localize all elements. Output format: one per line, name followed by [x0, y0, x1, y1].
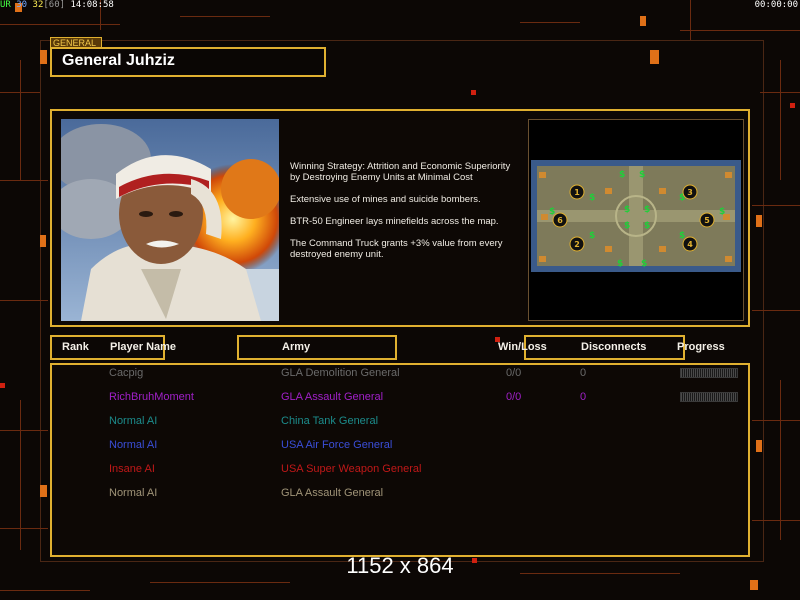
army-cell: GLA Demolition General — [281, 367, 400, 379]
col-header-win-loss[interactable]: Win/Loss — [498, 341, 547, 353]
disconnects-cell: 0 — [580, 367, 587, 379]
svg-text:$: $ — [641, 259, 647, 269]
player-name-cell: Insane AI — [109, 463, 155, 475]
svg-text:$: $ — [619, 170, 625, 180]
table-row[interactable]: Normal AI GLA Assault General — [52, 483, 748, 503]
table-row[interactable]: RichBruhMoment GLA Assault General 0/0 0 — [52, 387, 748, 407]
col-header-rank[interactable]: Rank — [62, 341, 89, 353]
table-row[interactable]: Normal AI USA Air Force General — [52, 435, 748, 455]
header-box-army — [237, 335, 397, 360]
fps-value-2: 32 — [32, 0, 44, 10]
table-row[interactable]: Normal AI China Tank General — [52, 411, 748, 431]
general-description: Winning Strategy: Attrition and Economic… — [290, 161, 522, 271]
player-name-cell: Cacpig — [109, 367, 144, 379]
general-portrait — [61, 119, 279, 321]
description-line-3: BTR-50 Engineer lays minefields across t… — [290, 216, 499, 227]
disconnects-cell: 0 — [580, 391, 587, 403]
resolution-label: 1152 x 864 — [346, 553, 454, 578]
svg-text:$: $ — [617, 259, 623, 269]
svg-text:$: $ — [639, 170, 645, 180]
svg-text:$: $ — [644, 221, 650, 231]
army-cell: China Tank General — [281, 415, 379, 427]
player-name-cell: Normal AI — [109, 439, 158, 451]
start-position-1: 1 — [574, 188, 580, 197]
player-name-cell: Normal AI — [109, 415, 158, 427]
army-cell: GLA Assault General — [281, 487, 384, 499]
svg-text:$: $ — [624, 221, 630, 231]
general-name: General Juhziz — [62, 52, 175, 69]
status-bar: UR 30 32[60] 14:08:58 — [0, 0, 114, 11]
description-line-4: The Command Truck grants +3% value from … — [290, 238, 503, 260]
minimap[interactable]: $ $ $ $ $ $ $ $ $ $ $ $ $ $ 1 2 3 4 5 6 — [528, 119, 744, 321]
player-name-cell: Normal AI — [109, 487, 158, 499]
player-name-cell: RichBruhMoment — [109, 391, 194, 403]
title-box: General Juhziz — [50, 47, 326, 77]
fps-value: 30 — [16, 0, 28, 10]
progress-bar — [680, 392, 738, 402]
col-header-army[interactable]: Army — [282, 341, 310, 353]
col-header-disconnects[interactable]: Disconnects — [581, 341, 646, 353]
table-row[interactable]: Cacpig GLA Demolition General 0/0 0 — [52, 363, 748, 383]
win-loss-cell: 0/0 — [506, 391, 522, 403]
win-loss-cell: 0/0 — [506, 367, 522, 379]
col-header-player-name[interactable]: Player Name — [110, 341, 176, 353]
start-position-2: 2 — [574, 240, 580, 249]
army-cell: GLA Assault General — [281, 391, 384, 403]
table-row[interactable]: Insane AI USA Super Weapon General — [52, 459, 748, 479]
start-position-4: 4 — [687, 240, 693, 249]
ur-indicator: UR — [0, 0, 11, 10]
svg-text:$: $ — [589, 193, 595, 203]
game-timer: 00:00:00 — [754, 0, 798, 10]
army-cell: USA Super Weapon General — [281, 463, 422, 475]
player-table: Cacpig GLA Demolition General 0/0 0 RichBruh… — [50, 363, 750, 557]
army-cell: USA Air Force General — [281, 439, 393, 451]
start-position-5: 5 — [704, 216, 710, 225]
clock: 14:08:58 — [70, 0, 114, 10]
description-strategy: Winning Strategy: Attrition and Economic… — [290, 161, 511, 183]
start-position-6: 6 — [557, 216, 563, 225]
col-header-progress[interactable]: Progress — [677, 341, 725, 353]
svg-text:$: $ — [644, 205, 650, 215]
fps-limit: [60] — [43, 0, 66, 10]
progress-bar — [680, 368, 738, 378]
general-info-panel: Winning Strategy: Attrition and Economic… — [50, 109, 750, 327]
start-position-3: 3 — [687, 188, 693, 197]
description-line-2: Extensive use of mines and suicide bombe… — [290, 194, 481, 205]
svg-text:$: $ — [624, 205, 630, 215]
svg-text:$: $ — [589, 231, 595, 241]
